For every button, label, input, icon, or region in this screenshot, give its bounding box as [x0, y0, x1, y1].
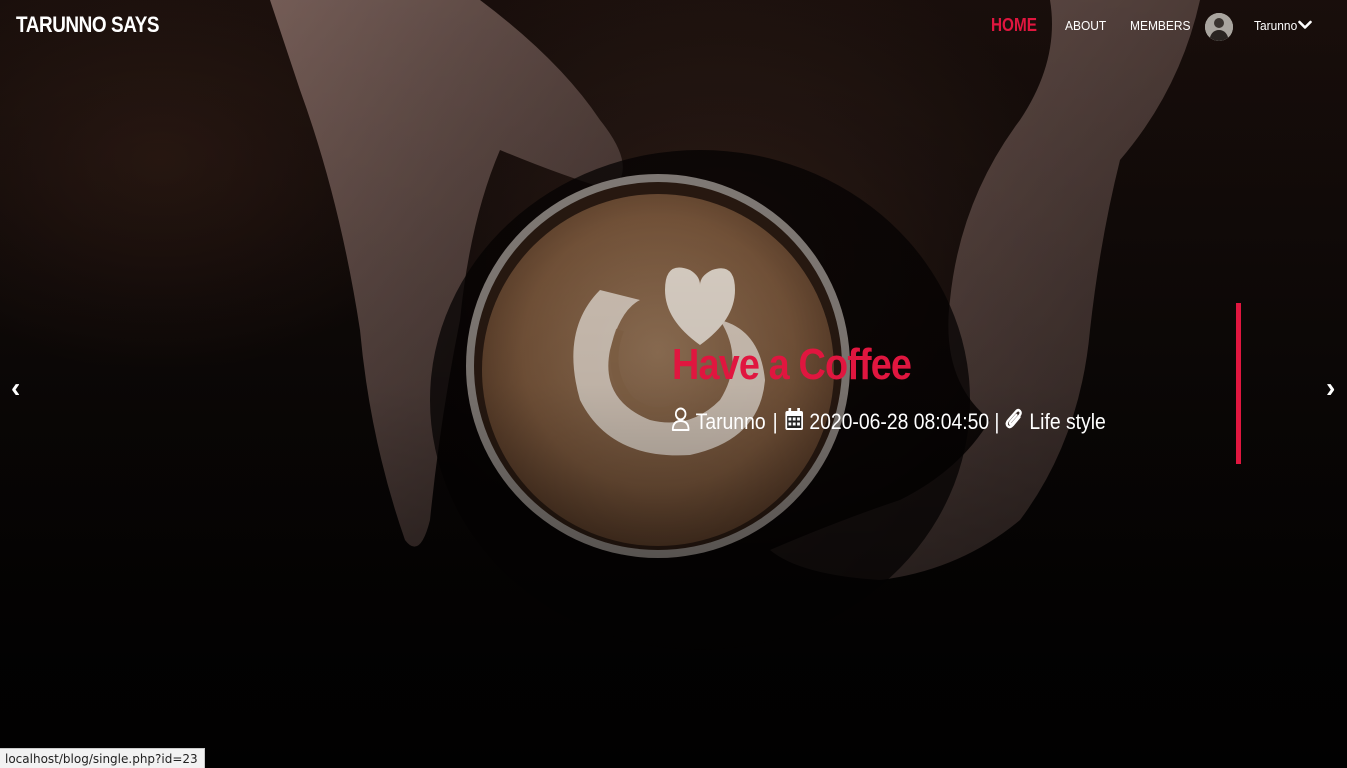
browser-status-bar: localhost/blog/single.php?id=23 [0, 748, 205, 768]
nav-about[interactable]: ABOUT [1065, 18, 1106, 33]
user-avatar[interactable] [1205, 13, 1233, 41]
brand-logo[interactable]: TARUNNO SAYS [16, 12, 159, 38]
accent-bar [1236, 303, 1241, 464]
nav-members[interactable]: MEMBERS [1130, 18, 1190, 33]
carousel-next-button[interactable]: › [1326, 374, 1335, 402]
user-icon [671, 407, 690, 437]
separator: | [994, 409, 1000, 434]
paperclip-icon [1005, 407, 1024, 437]
hero-carousel: TARUNNO SAYS HOME ABOUT MEMBERS Tarunno … [0, 0, 1347, 768]
carousel-prev-button[interactable]: ‹ [11, 374, 20, 402]
separator: | [772, 409, 778, 434]
chevron-down-icon[interactable] [1298, 20, 1312, 30]
slide-title[interactable]: Have a Coffee [672, 340, 912, 390]
navbar: TARUNNO SAYS HOME ABOUT MEMBERS Tarunno [0, 0, 1347, 52]
nav-home[interactable]: HOME [991, 15, 1037, 36]
user-menu-label[interactable]: Tarunno [1254, 18, 1297, 33]
post-category[interactable]: Life style [1029, 409, 1105, 435]
slide-meta: Tarunno | 2020-06-28 08:04:50 | Life sty… [671, 407, 1106, 437]
post-date: 2020-06-28 08:04:50 [809, 409, 990, 434]
calendar-icon [785, 407, 804, 437]
author-name[interactable]: Tarunno [696, 409, 766, 435]
